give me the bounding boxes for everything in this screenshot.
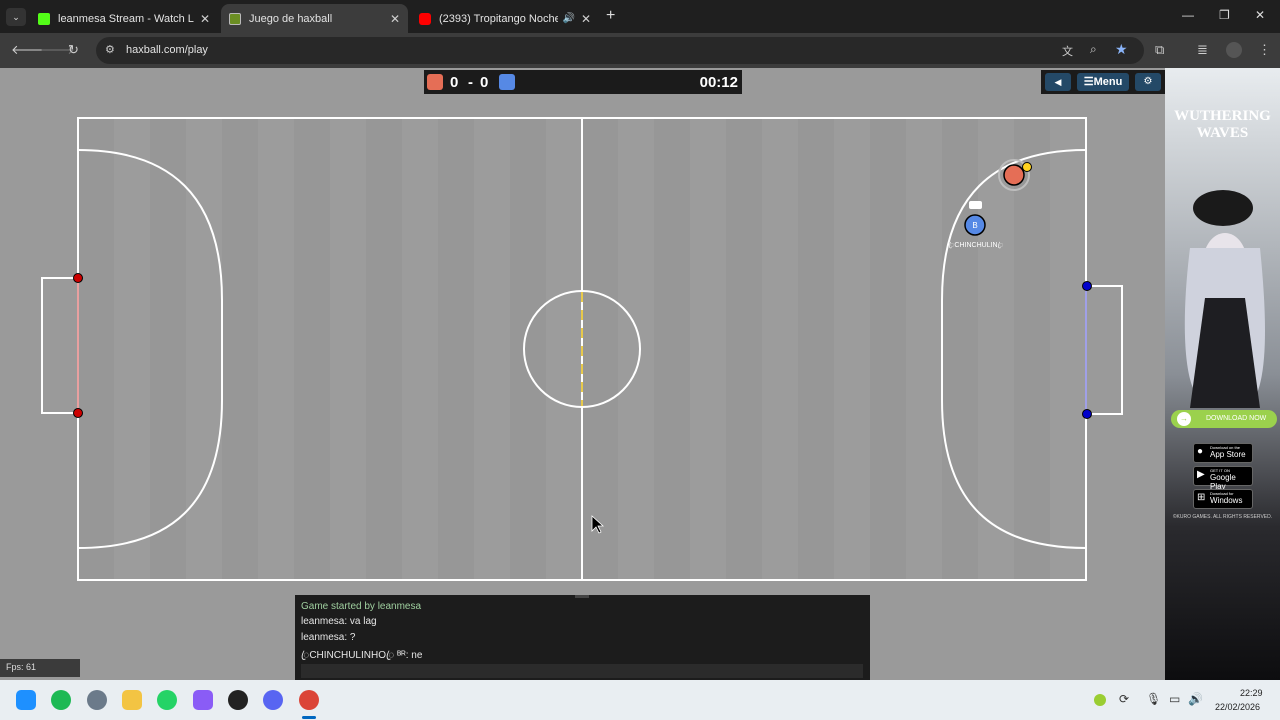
game-menu-bar: ◀ ☰Menu ⚙ — [1041, 70, 1165, 94]
ad-copyright: ©KURO GAMES. ALL RIGHTS RESERVED. — [1172, 514, 1273, 520]
tray-app-icon[interactable] — [1094, 694, 1106, 706]
chat-box: Game started by leanmesa leanmesa: va la… — [295, 595, 870, 680]
blue-player-name: ꦿCHINCHULINꦿ — [949, 241, 1004, 249]
new-tab-button[interactable]: + — [606, 7, 615, 25]
scoreboard: 0 - 0 00:12 — [424, 70, 742, 94]
network-icon[interactable]: ▭ — [1169, 692, 1180, 706]
blue-goal-post — [1082, 281, 1092, 291]
ad-download-button[interactable]: → DOWNLOAD NOW — [1171, 410, 1277, 428]
red-player — [1003, 164, 1025, 186]
taskbar: ⟳ 🎙 ▭ 🔊 22:29 22/02/2026 — [0, 680, 1280, 720]
windows-icon: ⊞ — [1197, 492, 1206, 503]
red-score: 0 — [450, 74, 459, 91]
kick-icon — [38, 12, 50, 25]
sound-button[interactable]: ◀ — [1045, 73, 1071, 91]
play-icon: ▶ — [1197, 469, 1205, 480]
close-icon[interactable]: ✕ — [390, 12, 400, 26]
chrome-icon[interactable] — [299, 690, 319, 710]
profile-avatar[interactable] — [1226, 42, 1242, 58]
ad-title-line2: WAVES — [1196, 125, 1249, 141]
obs-icon[interactable] — [228, 690, 248, 710]
red-team-badge — [427, 74, 443, 90]
app-store-badge[interactable]: ● Download on the App Store — [1193, 443, 1253, 463]
blue-score: 0 — [480, 74, 489, 91]
extensions-icon[interactable]: ⧉ — [1155, 42, 1164, 58]
tab-title: leanmesa Stream - Watch Live — [58, 12, 194, 25]
close-icon[interactable]: ✕ — [200, 12, 210, 26]
chat-message: leanmesa: ? — [301, 632, 356, 643]
tab-title: (2393) Tropitango Noche C — [439, 12, 559, 25]
tab-youtube[interactable]: (2393) Tropitango Noche C 🔊 ✕ — [411, 4, 599, 33]
menu-button[interactable]: ☰Menu — [1077, 73, 1129, 91]
chat-message: leanmesa: va lag — [301, 616, 377, 627]
snipping-tool-icon[interactable] — [193, 690, 213, 710]
settings-app-icon[interactable] — [87, 690, 107, 710]
hamburger-icon: ☰ — [1083, 76, 1094, 88]
ad-title-line1: WUTHERING — [1174, 108, 1271, 124]
file-explorer-icon[interactable] — [122, 690, 142, 710]
browser-toolbar: 🡐 🡒 ↻ ⚙ haxball.com/play 文 ⌕ ★ ⧉ ≣ ⋮ — [0, 33, 1280, 68]
chat-message: Game started by leanmesa — [301, 601, 422, 612]
red-goal-post — [73, 408, 83, 418]
tab-title: Juego de haxball — [249, 12, 333, 25]
game-viewport: B ꦿCHINCHULINꦿ — [0, 68, 1165, 680]
blue-team-badge — [499, 74, 515, 90]
menu-label: Menu — [1093, 76, 1123, 88]
site-settings-icon[interactable]: ⚙ — [105, 43, 115, 56]
blue-goal-post — [1082, 409, 1092, 419]
youtube-icon — [419, 12, 431, 25]
minimize-icon[interactable]: — — [1182, 8, 1194, 22]
ad-artwork — [1165, 68, 1280, 680]
volume-icon[interactable]: 🔊 — [1188, 692, 1203, 706]
translate-icon[interactable]: 文 — [1062, 43, 1073, 59]
apple-icon: ● — [1197, 446, 1204, 457]
red-goal-post — [73, 273, 83, 283]
reload-icon[interactable]: ↻ — [68, 42, 79, 58]
tab-kick-stream[interactable]: leanmesa Stream - Watch Live ✕ — [30, 4, 218, 33]
fps-label: Fps: 61 — [6, 662, 37, 672]
active-app-indicator — [302, 716, 316, 719]
arrow-icon: → — [1177, 412, 1191, 426]
windows-label: Windows — [1210, 496, 1243, 505]
chat-resize-handle[interactable] — [575, 595, 589, 598]
microphone-icon[interactable]: 🎙 — [1146, 692, 1161, 706]
ad-download-label: DOWNLOAD NOW — [1206, 415, 1267, 422]
sync-icon[interactable]: ⟳ — [1119, 692, 1129, 706]
chat-bubble-icon — [969, 201, 982, 209]
clock-time[interactable]: 22:29 — [1240, 688, 1263, 698]
game-timer: 00:12 — [699, 74, 738, 91]
ad-banner[interactable]: WUTHERING WAVES → DOWNLOAD NOW ● Downloa… — [1165, 68, 1280, 680]
browser-tab-bar: ⌄ leanmesa Stream - Watch Live ✕ Juego d… — [0, 0, 1280, 33]
close-icon[interactable]: ✕ — [581, 12, 591, 26]
bookmark-star-icon[interactable]: ★ — [1115, 41, 1128, 58]
game-canvas[interactable]: B ꦿCHINCHULINꦿ — [0, 68, 1165, 680]
tab-search-button[interactable]: ⌄ — [6, 8, 26, 26]
more-menu-icon[interactable]: ⋮ — [1258, 42, 1271, 58]
score-separator: - — [468, 74, 473, 91]
gear-icon: ⚙ — [1143, 76, 1153, 87]
google-play-badge[interactable]: ▶ GET IT ON Google Play — [1193, 466, 1253, 491]
media-control-icon[interactable]: ≣ — [1197, 42, 1208, 58]
chat-input[interactable] — [301, 664, 863, 678]
maximize-icon[interactable]: ❐ — [1219, 8, 1230, 22]
speaker-icon[interactable]: 🔊 — [562, 13, 574, 24]
clock-date[interactable]: 22/02/2026 — [1215, 702, 1260, 712]
windows-badge[interactable]: ⊞ Download for Windows — [1193, 489, 1253, 509]
fps-counter: Fps: 61 — [0, 659, 80, 677]
tab-haxball[interactable]: Juego de haxball ✕ — [221, 4, 408, 33]
windows-start-icon[interactable] — [16, 690, 36, 710]
haxball-icon — [229, 12, 241, 25]
url-text: haxball.com/play — [126, 44, 208, 56]
close-window-icon[interactable]: ✕ — [1255, 8, 1265, 22]
ball — [1022, 162, 1032, 172]
spotify-icon[interactable] — [51, 690, 71, 710]
settings-button[interactable]: ⚙ — [1135, 73, 1161, 91]
address-bar[interactable]: ⚙ haxball.com/play 文 ⌕ ★ — [96, 37, 1144, 64]
blue-player-avatar: B — [972, 221, 977, 230]
discord-icon[interactable] — [263, 690, 283, 710]
app-store-label: App Store — [1210, 450, 1246, 459]
whatsapp-icon[interactable] — [157, 690, 177, 710]
zoom-icon[interactable]: ⌕ — [1090, 42, 1097, 57]
